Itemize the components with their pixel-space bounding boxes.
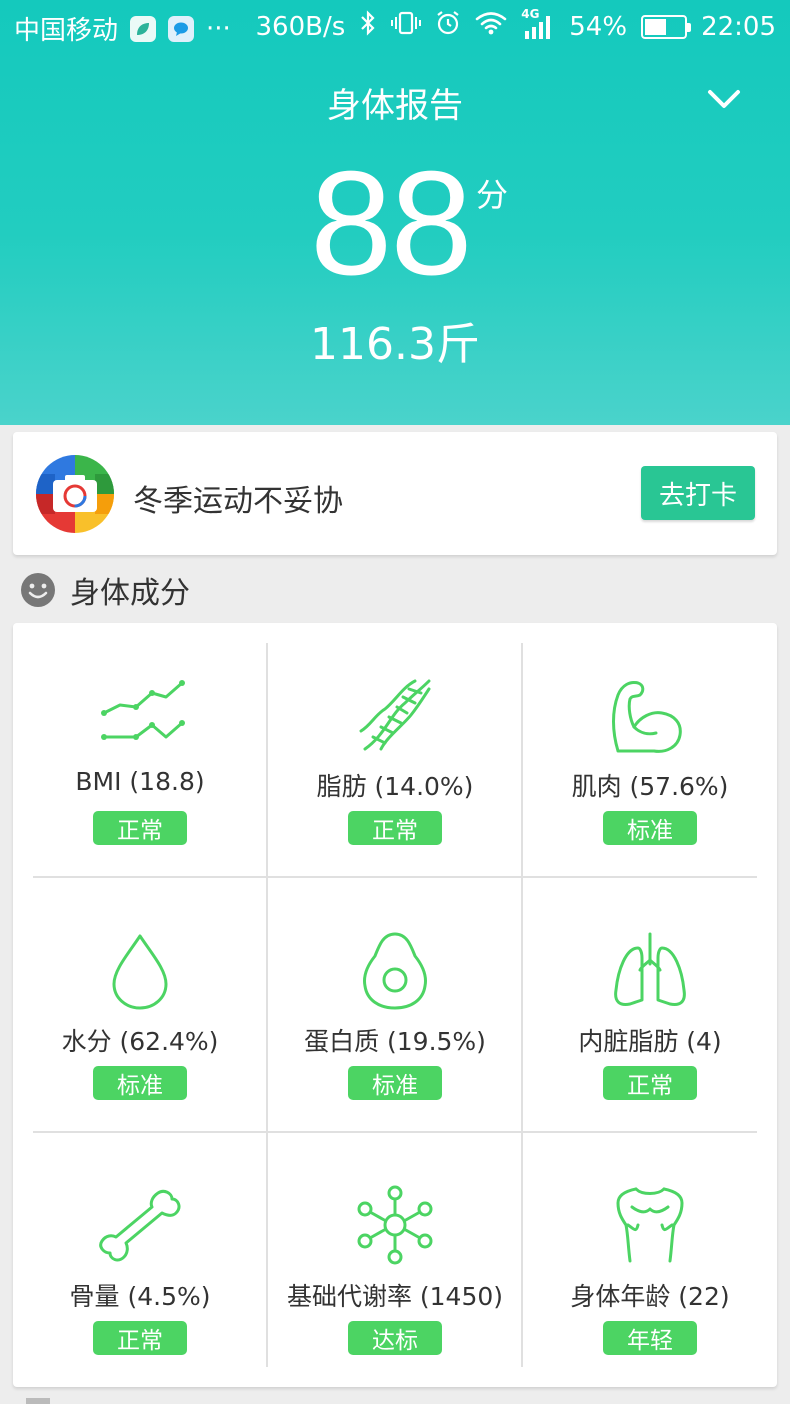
status-badge: 正常 xyxy=(93,811,187,845)
network-speed-label: 360B/s xyxy=(255,11,346,42)
body-composition-grid: BMI (18.8) 正常 脂肪 (14.0%) 正常 肌肉 (57.6%) 标… xyxy=(13,623,777,1387)
metric-body-age[interactable]: 身体年龄 (22) 年轻 xyxy=(523,1133,777,1387)
next-section-peek xyxy=(26,1398,50,1404)
avocado-icon xyxy=(363,932,427,1010)
report-header: 中国移动 ··· 360B/s 4G 54% 22:05 身体报告 88 分 1… xyxy=(0,0,790,425)
lungs-icon xyxy=(614,932,686,1006)
status-badge: 正常 xyxy=(603,1066,697,1100)
signal-icon: 4G xyxy=(521,7,555,41)
battery-icon xyxy=(641,14,692,39)
metric-water[interactable]: 水分 (62.4%) 标准 xyxy=(13,878,267,1132)
metric-protein[interactable]: 蛋白质 (19.5%) 标准 xyxy=(268,878,522,1132)
metric-bmi[interactable]: BMI (18.8) 正常 xyxy=(13,623,267,877)
water-drop-icon xyxy=(112,934,168,1010)
trend-chart-icon xyxy=(101,680,185,740)
checkin-button[interactable]: 去打卡 xyxy=(641,466,755,520)
camera-app-logo-icon xyxy=(36,455,114,533)
score-unit: 分 xyxy=(476,176,509,214)
vibrate-icon xyxy=(391,10,422,43)
metric-label: 蛋白质 (19.5%) xyxy=(304,1027,486,1056)
clock-label: 22:05 xyxy=(701,11,776,42)
metric-label: 身体年龄 (22) xyxy=(570,1282,730,1311)
muscle-arm-icon xyxy=(612,681,682,753)
section-title: 身体成分 xyxy=(70,576,190,611)
checkin-banner: 冬季运动不妥协 去打卡 xyxy=(13,432,777,555)
status-badge: 标准 xyxy=(603,811,697,845)
metric-fat[interactable]: 脂肪 (14.0%) 正常 xyxy=(268,623,522,877)
metric-bmr[interactable]: 基础代谢率 (1450) 达标 xyxy=(268,1133,522,1387)
body-score: 88 xyxy=(310,141,473,306)
alarm-icon xyxy=(435,10,461,43)
bluetooth-icon xyxy=(359,10,377,43)
page-title: 身体报告 xyxy=(327,86,463,126)
metric-label: 基础代谢率 (1450) xyxy=(286,1282,504,1311)
metric-muscle[interactable]: 肌肉 (57.6%) 标准 xyxy=(523,623,777,877)
leaf-app-icon xyxy=(130,15,157,42)
metric-label: BMI (18.8) xyxy=(75,767,205,796)
body-composition-header: 身体成分 xyxy=(20,568,190,612)
body-weight: 116.3斤 xyxy=(310,319,480,370)
status-badge: 标准 xyxy=(93,1066,187,1100)
status-bar: 中国移动 ··· 360B/s 4G 54% 22:05 xyxy=(0,0,790,54)
metric-label: 骨量 (4.5%) xyxy=(69,1282,211,1311)
metric-label: 脂肪 (14.0%) xyxy=(316,772,474,801)
message-app-icon xyxy=(168,15,195,42)
torso-icon xyxy=(616,1187,684,1263)
bone-icon xyxy=(99,1189,181,1262)
chevron-down-icon[interactable] xyxy=(706,84,742,112)
status-badge: 年轻 xyxy=(603,1321,697,1355)
metric-label: 肌肉 (57.6%) xyxy=(571,772,729,801)
metric-bone[interactable]: 骨量 (4.5%) 正常 xyxy=(13,1133,267,1387)
smiley-icon xyxy=(21,573,55,607)
dna-icon xyxy=(359,679,431,751)
status-badge: 正常 xyxy=(348,811,442,845)
status-badge: 标准 xyxy=(348,1066,442,1100)
status-badge: 正常 xyxy=(93,1321,187,1355)
more-notifications-label: ··· xyxy=(206,13,231,44)
banner-text: 冬季运动不妥协 xyxy=(133,484,343,519)
carrier-label: 中国移动 xyxy=(14,16,119,46)
battery-percent-label: 54% xyxy=(569,11,628,42)
wifi-icon xyxy=(475,10,507,43)
metric-label: 水分 (62.4%) xyxy=(61,1027,219,1056)
metric-label: 内脏脂肪 (4) xyxy=(578,1027,722,1056)
status-badge: 达标 xyxy=(348,1321,442,1355)
metric-visceral-fat[interactable]: 内脏脂肪 (4) 正常 xyxy=(523,878,777,1132)
molecule-icon xyxy=(357,1185,433,1265)
